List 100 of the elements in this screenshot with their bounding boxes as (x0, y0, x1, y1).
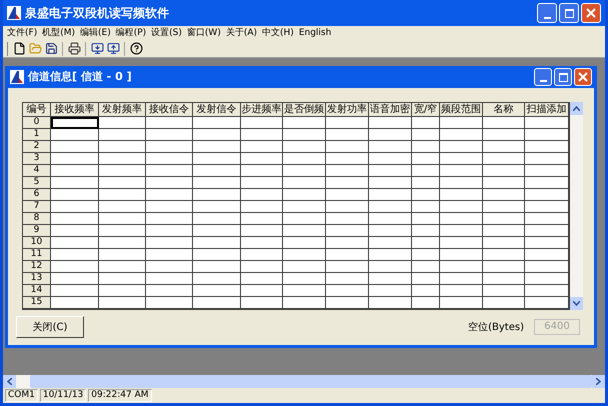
table-cell[interactable] (440, 225, 483, 237)
table-cell[interactable] (241, 285, 283, 297)
table-cell[interactable] (241, 213, 283, 225)
table-cell[interactable] (146, 261, 193, 273)
table-cell[interactable] (193, 177, 241, 189)
table-cell[interactable] (369, 165, 412, 177)
table-cell[interactable] (51, 141, 99, 153)
table-cell[interactable] (193, 141, 241, 153)
close-button[interactable] (581, 3, 601, 23)
table-cell[interactable] (193, 273, 241, 285)
table-cell[interactable] (193, 249, 241, 261)
table-cell[interactable] (51, 117, 99, 129)
table-cell[interactable] (99, 141, 146, 153)
table-cell[interactable] (241, 297, 283, 309)
table-cell[interactable] (51, 189, 99, 201)
maximize-button[interactable] (554, 68, 572, 86)
table-cell[interactable] (440, 213, 483, 225)
table-cell[interactable] (193, 189, 241, 201)
table-cell[interactable] (283, 213, 326, 225)
table-cell[interactable] (283, 165, 326, 177)
table-cell[interactable] (483, 213, 525, 225)
menu-item[interactable]: 中文(H) (262, 29, 294, 38)
table-cell[interactable] (483, 189, 525, 201)
table-cell[interactable] (412, 129, 440, 141)
table-cell[interactable] (193, 117, 241, 129)
table-cell[interactable] (440, 117, 483, 129)
table-cell[interactable] (51, 237, 99, 249)
table-cell[interactable] (525, 165, 569, 177)
table-cell[interactable] (193, 201, 241, 213)
table-cell[interactable] (146, 213, 193, 225)
table-cell[interactable] (241, 165, 283, 177)
table-cell[interactable] (146, 237, 193, 249)
table-cell[interactable] (412, 201, 440, 213)
table-cell[interactable] (99, 297, 146, 309)
table-cell[interactable] (440, 237, 483, 249)
table-cell[interactable] (283, 225, 326, 237)
table-cell[interactable] (283, 141, 326, 153)
table-cell[interactable] (412, 189, 440, 201)
table-cell[interactable] (369, 117, 412, 129)
table-cell[interactable] (326, 129, 369, 141)
table-cell[interactable] (241, 261, 283, 273)
table-cell[interactable] (525, 273, 569, 285)
table-cell[interactable] (51, 249, 99, 261)
table-cell[interactable] (369, 129, 412, 141)
table-cell[interactable] (369, 261, 412, 273)
table-cell[interactable] (99, 201, 146, 213)
table-cell[interactable] (440, 141, 483, 153)
table-cell[interactable] (483, 273, 525, 285)
table-cell[interactable] (51, 273, 99, 285)
table-cell[interactable] (412, 177, 440, 189)
table-cell[interactable] (193, 225, 241, 237)
table-cell[interactable] (241, 189, 283, 201)
menu-item[interactable]: 机型(M) (42, 29, 75, 38)
table-cell[interactable] (283, 285, 326, 297)
table-cell[interactable] (241, 117, 283, 129)
table-cell[interactable] (440, 201, 483, 213)
table-cell[interactable] (51, 153, 99, 165)
table-cell[interactable] (412, 225, 440, 237)
table-cell[interactable] (525, 141, 569, 153)
table-cell[interactable] (412, 165, 440, 177)
table-cell[interactable] (440, 129, 483, 141)
table-cell[interactable] (525, 201, 569, 213)
table-cell[interactable] (283, 297, 326, 309)
table-cell[interactable] (525, 129, 569, 141)
table-cell[interactable] (440, 273, 483, 285)
table-cell[interactable] (326, 285, 369, 297)
table-cell[interactable] (51, 261, 99, 273)
table-cell[interactable] (146, 297, 193, 309)
scroll-down-icon[interactable] (570, 297, 583, 310)
table-cell[interactable] (440, 285, 483, 297)
menu-item[interactable]: 设置(S) (151, 29, 182, 38)
table-cell[interactable] (369, 249, 412, 261)
table-cell[interactable] (193, 213, 241, 225)
table-cell[interactable] (412, 153, 440, 165)
table-cell[interactable] (51, 285, 99, 297)
minimize-button[interactable] (537, 3, 557, 23)
table-cell[interactable] (369, 153, 412, 165)
table-cell[interactable] (525, 177, 569, 189)
help-icon[interactable] (128, 40, 144, 56)
table-cell[interactable] (283, 153, 326, 165)
table-cell[interactable] (326, 213, 369, 225)
maximize-button[interactable] (559, 3, 579, 23)
menu-item[interactable]: 编辑(E) (80, 29, 111, 38)
table-cell[interactable] (99, 129, 146, 141)
table-cell[interactable] (369, 213, 412, 225)
table-cell[interactable] (369, 225, 412, 237)
table-cell[interactable] (326, 249, 369, 261)
table-cell[interactable] (369, 201, 412, 213)
table-cell[interactable] (525, 261, 569, 273)
table-cell[interactable] (146, 201, 193, 213)
table-cell[interactable] (369, 297, 412, 309)
table-cell[interactable] (412, 249, 440, 261)
table-cell[interactable] (193, 153, 241, 165)
table-cell[interactable] (326, 297, 369, 309)
table-cell[interactable] (412, 141, 440, 153)
table-cell[interactable] (483, 285, 525, 297)
table-cell[interactable] (412, 237, 440, 249)
table-cell[interactable] (146, 129, 193, 141)
menu-item[interactable]: 窗口(W) (186, 29, 221, 38)
table-cell[interactable] (99, 153, 146, 165)
